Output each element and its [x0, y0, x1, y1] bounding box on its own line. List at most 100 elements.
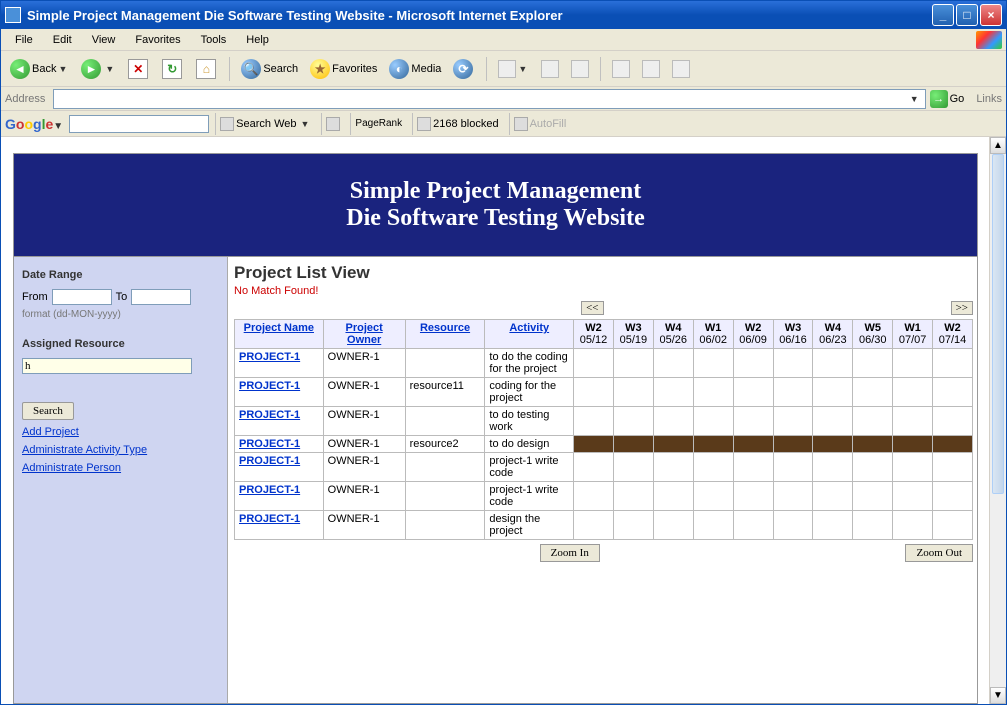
gantt-cell: [693, 511, 733, 540]
back-button[interactable]: ◄ Back ▼: [5, 56, 74, 82]
home-button[interactable]: ⌂: [191, 56, 223, 82]
edit-icon: [571, 60, 589, 78]
owner-cell: OWNER-1: [323, 349, 405, 378]
forward-dropdown-icon[interactable]: ▼: [103, 64, 116, 74]
scroll-track[interactable]: [990, 154, 1006, 687]
project-link[interactable]: PROJECT-1: [239, 438, 300, 450]
col-resource[interactable]: Resource: [420, 322, 470, 334]
from-input[interactable]: [52, 289, 112, 305]
menu-help[interactable]: Help: [236, 32, 279, 48]
folder-button[interactable]: [607, 57, 635, 81]
gantt-cell: [853, 378, 893, 407]
menu-tools[interactable]: Tools: [191, 32, 237, 48]
gantt-cell: [813, 453, 853, 482]
activity-cell: design the project: [485, 511, 574, 540]
address-input[interactable]: [58, 92, 907, 106]
google-pagerank-button[interactable]: PageRank: [350, 113, 406, 135]
gantt-cell: [653, 378, 693, 407]
search-icon: 🔍: [241, 59, 261, 79]
misc-button-1[interactable]: [637, 57, 665, 81]
links-label[interactable]: Links: [968, 93, 1002, 105]
gantt-cell: [733, 436, 773, 453]
prev-page-button[interactable]: <<: [581, 301, 603, 315]
project-link[interactable]: PROJECT-1: [239, 380, 300, 392]
gantt-cell: [893, 407, 933, 436]
google-search-input[interactable]: [69, 115, 209, 133]
activity-cell: project-1 write code: [485, 482, 574, 511]
project-link[interactable]: PROJECT-1: [239, 455, 300, 467]
close-button[interactable]: ×: [980, 4, 1002, 26]
project-link[interactable]: PROJECT-1: [239, 513, 300, 525]
administrate-activity-type-link[interactable]: Administrate Activity Type: [22, 444, 219, 456]
scroll-down-button[interactable]: ▼: [990, 687, 1006, 704]
print-button[interactable]: [536, 57, 564, 81]
address-field-wrap[interactable]: ▼: [53, 89, 925, 109]
search-button-sidebar[interactable]: Search: [22, 402, 74, 420]
project-link[interactable]: PROJECT-1: [239, 484, 300, 496]
scroll-thumb[interactable]: [992, 154, 1004, 494]
back-dropdown-icon[interactable]: ▼: [56, 64, 69, 74]
col-project-owner[interactable]: Project Owner: [345, 322, 382, 346]
go-button[interactable]: → Go: [930, 90, 965, 108]
gantt-cell: [773, 453, 813, 482]
gantt-cell: [893, 349, 933, 378]
owner-cell: OWNER-1: [323, 436, 405, 453]
google-logo-icon[interactable]: Google▼: [5, 116, 63, 132]
address-dropdown-icon[interactable]: ▼: [908, 94, 921, 104]
chevron-down-icon[interactable]: ▼: [299, 119, 312, 129]
google-blocked-button[interactable]: 2168 blocked: [412, 113, 502, 135]
vertical-scrollbar[interactable]: ▲ ▼: [989, 137, 1006, 704]
gantt-cell: [574, 453, 614, 482]
history-button[interactable]: ⟳: [448, 56, 480, 82]
minimize-button[interactable]: _: [932, 4, 954, 26]
project-link[interactable]: PROJECT-1: [239, 409, 300, 421]
forward-button[interactable]: ► ▼: [76, 56, 121, 82]
go-arrow-icon: →: [930, 90, 948, 108]
menu-favorites[interactable]: Favorites: [125, 32, 190, 48]
to-input[interactable]: [131, 289, 191, 305]
gantt-cell: [574, 378, 614, 407]
zoom-in-button[interactable]: Zoom In: [540, 544, 600, 562]
menu-file[interactable]: File: [5, 32, 43, 48]
menu-view[interactable]: View: [82, 32, 126, 48]
google-search-web-button[interactable]: Search Web▼: [215, 113, 315, 135]
forward-arrow-icon: ►: [81, 59, 101, 79]
owner-cell: OWNER-1: [323, 378, 405, 407]
col-activity[interactable]: Activity: [509, 322, 549, 334]
media-button[interactable]: ◐ Media: [384, 56, 446, 82]
gantt-cell: [574, 407, 614, 436]
resource-cell: [405, 453, 485, 482]
address-bar: Address ▼ → Go Links: [1, 87, 1006, 111]
maximize-button[interactable]: □: [956, 4, 978, 26]
sidebar: Date Range From To format (dd-MON-yyyy) …: [14, 257, 228, 703]
mail-button[interactable]: ▼: [493, 57, 534, 81]
gantt-cell: [773, 349, 813, 378]
project-link[interactable]: PROJECT-1: [239, 351, 300, 363]
favorites-button[interactable]: ★ Favorites: [305, 56, 382, 82]
google-news-button[interactable]: [321, 113, 344, 135]
gantt-cell: [733, 482, 773, 511]
edit-button[interactable]: [566, 57, 594, 81]
zoom-out-button[interactable]: Zoom Out: [905, 544, 973, 562]
add-project-link[interactable]: Add Project: [22, 426, 219, 438]
gantt-cell: [613, 349, 653, 378]
scroll-up-button[interactable]: ▲: [990, 137, 1006, 154]
google-autofill-button[interactable]: AutoFill: [509, 113, 571, 135]
gantt-cell: [893, 436, 933, 453]
assigned-resource-input[interactable]: [22, 358, 192, 374]
mail-dropdown-icon[interactable]: ▼: [516, 64, 529, 74]
administrate-person-link[interactable]: Administrate Person: [22, 462, 219, 474]
col-project-name[interactable]: Project Name: [244, 322, 314, 334]
week-header: W1 07/07: [893, 320, 933, 349]
gantt-cell: [733, 349, 773, 378]
search-button[interactable]: 🔍 Search: [236, 56, 303, 82]
print-icon: [541, 60, 559, 78]
stop-button[interactable]: ✕: [123, 56, 155, 82]
next-page-button[interactable]: >>: [951, 301, 973, 315]
home-icon: ⌂: [196, 59, 216, 79]
gantt-cell: [813, 407, 853, 436]
misc-button-2[interactable]: [667, 57, 695, 81]
refresh-button[interactable]: ↻: [157, 56, 189, 82]
menu-edit[interactable]: Edit: [43, 32, 82, 48]
gantt-cell: [893, 482, 933, 511]
